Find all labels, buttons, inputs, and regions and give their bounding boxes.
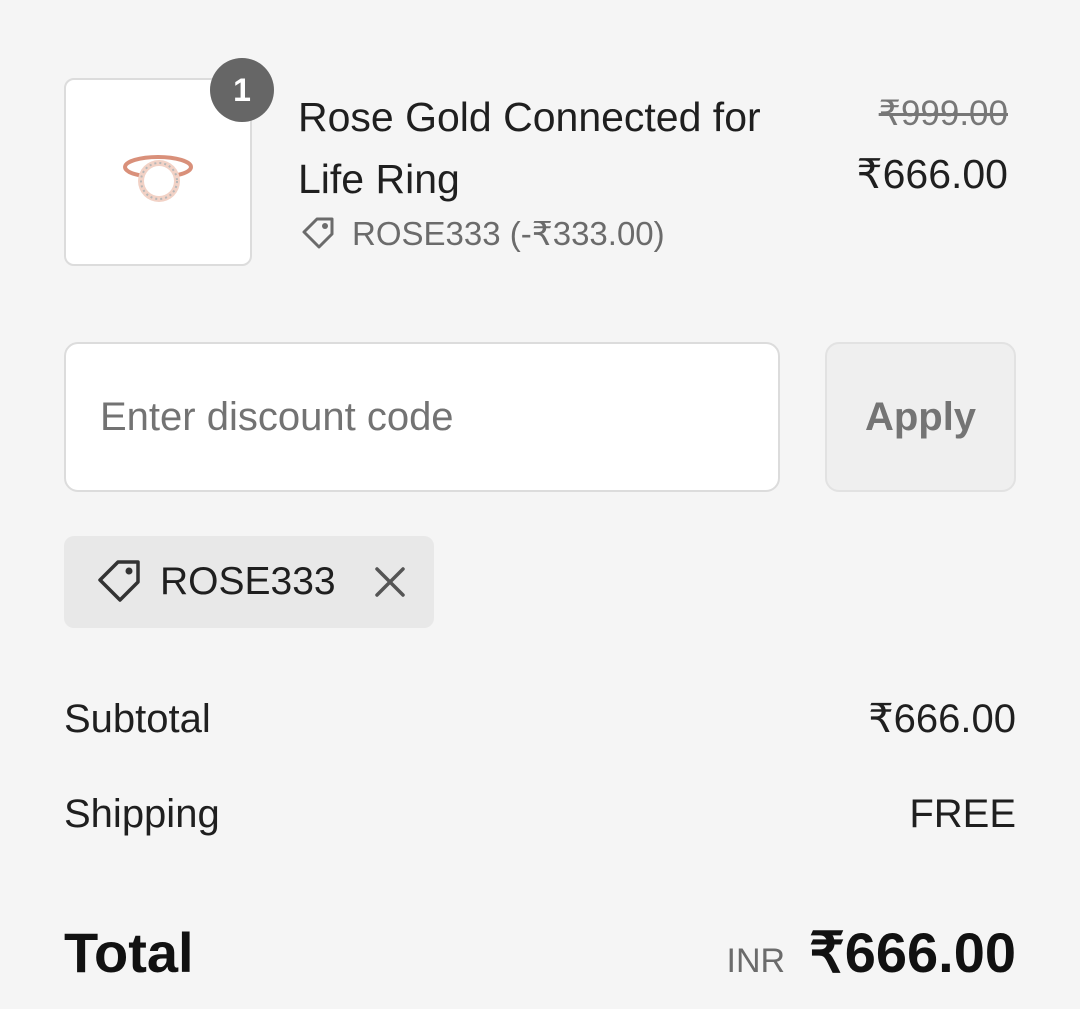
total-row: Total INR ₹666.00	[64, 920, 1016, 986]
subtotal-row: Subtotal ₹666.00	[64, 696, 1016, 742]
applied-code-label: ROSE333	[160, 560, 336, 603]
product-title: Rose Gold Connected for Life Ring	[298, 94, 761, 202]
subtotal-value: ₹666.00	[868, 697, 1016, 741]
close-icon	[374, 567, 405, 597]
total-value-group: INR ₹666.00	[727, 920, 1016, 986]
total-label: Total	[64, 921, 194, 984]
shipping-row: Shipping FREE	[64, 792, 1016, 837]
apply-button[interactable]: Apply	[825, 342, 1016, 492]
product-discount-label: ROSE333 (-₹333.00)	[352, 215, 665, 252]
product-discount: ROSE333 (-₹333.00)	[298, 214, 665, 253]
tag-icon	[302, 217, 334, 248]
original-price: ₹999.00	[878, 94, 1008, 133]
applied-discount-chip: ROSE333	[64, 536, 434, 628]
total-amount: ₹666.00	[809, 921, 1016, 984]
discount-code-input[interactable]	[64, 342, 780, 492]
subtotal-label: Subtotal	[64, 696, 211, 741]
remove-discount-button[interactable]	[368, 560, 412, 604]
quantity-badge: 1	[210, 58, 274, 122]
currency-code: INR	[726, 942, 786, 980]
tag-icon	[98, 560, 140, 602]
shipping-value: FREE	[909, 792, 1016, 836]
ring-product-image	[123, 155, 193, 202]
shipping-label: Shipping	[64, 792, 220, 836]
final-price: ₹666.00	[856, 151, 1009, 197]
